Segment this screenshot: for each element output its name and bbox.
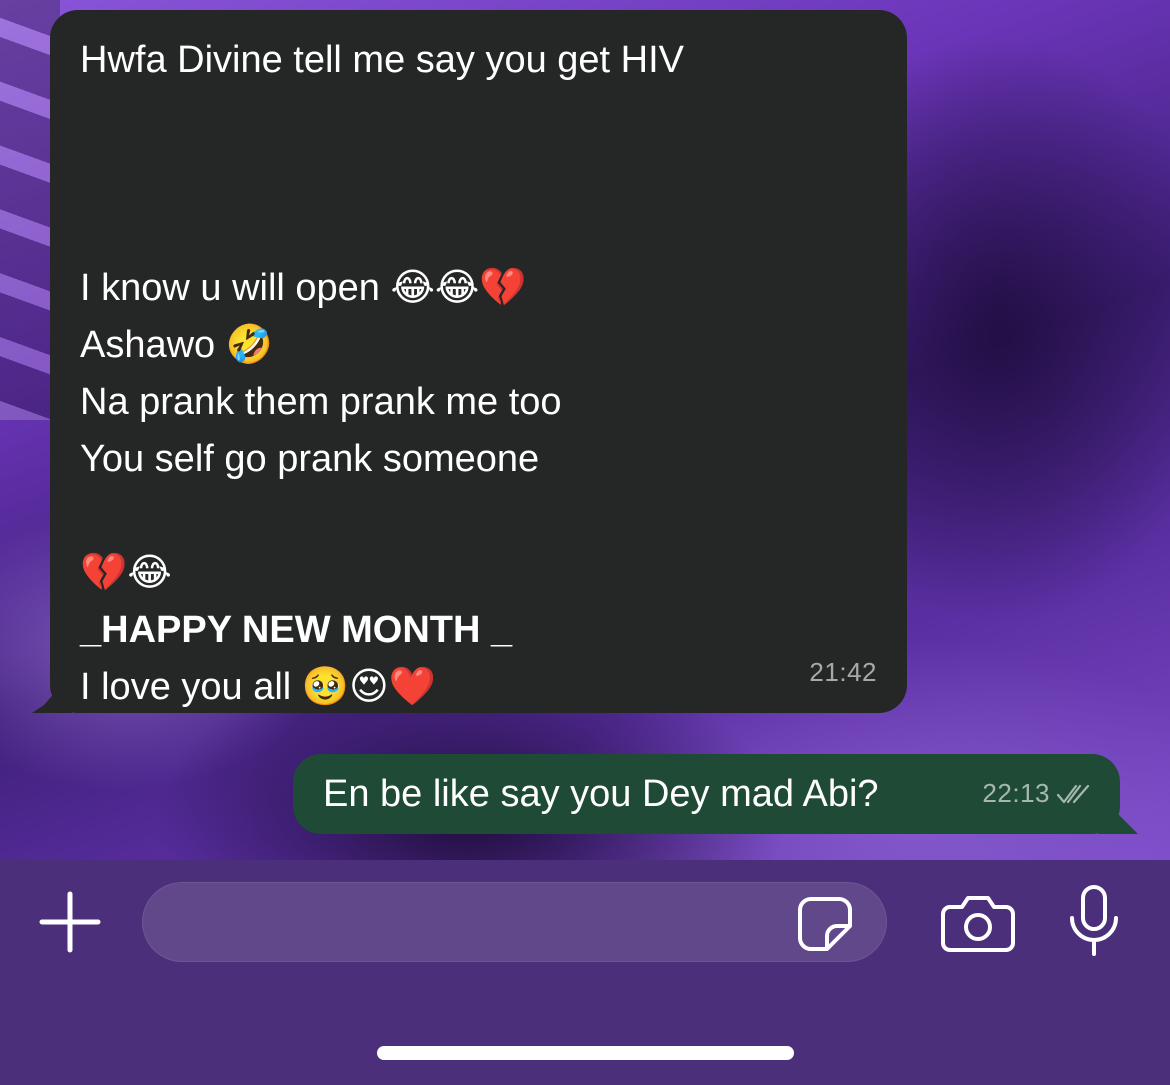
message-meta: 22:13 — [982, 765, 1090, 822]
message-input-container[interactable] — [142, 882, 887, 963]
double-check-icon — [1056, 784, 1090, 803]
sticker-icon — [798, 897, 852, 951]
microphone-icon — [1070, 885, 1118, 956]
message-line — [80, 203, 877, 260]
incoming-message-bubble[interactable]: Hwfa Divine tell me say you get HIV I kn… — [50, 10, 907, 713]
message-line: I know u will open 😂😂💔 — [80, 267, 527, 309]
outgoing-message-bubble[interactable]: En be like say you Dey mad Abi? 22:13 — [293, 754, 1120, 834]
message-text: En be like say you Dey mad Abi? — [323, 773, 879, 815]
message-line: Na prank them prank me too — [80, 381, 562, 423]
sticker-button[interactable] — [797, 896, 853, 952]
message-line — [80, 146, 877, 203]
message-line: Hwfa Divine tell me say you get HIV — [80, 39, 685, 81]
camera-icon — [941, 896, 1015, 952]
home-indicator[interactable] — [377, 1046, 794, 1060]
message-line: I love you all 🥹😍❤️ — [80, 666, 437, 708]
message-timestamp: 22:13 — [982, 778, 1050, 808]
message-line — [80, 488, 877, 545]
message-line: You self go prank someone — [80, 438, 540, 480]
message-line — [80, 89, 877, 146]
message-line: 💔😂 — [80, 552, 172, 594]
chat-screen: Hwfa Divine tell me say you get HIV I kn… — [0, 0, 1170, 1085]
message-input[interactable] — [143, 883, 815, 963]
camera-button[interactable] — [940, 893, 1016, 953]
message-line: _HAPPY NEW MONTH _ — [80, 609, 513, 651]
message-timestamp: 21:42 — [809, 657, 877, 687]
attach-button[interactable] — [38, 890, 102, 954]
voice-message-button[interactable] — [1064, 884, 1124, 958]
message-line: Ashawo 🤣 — [80, 324, 274, 366]
plus-icon — [39, 891, 101, 953]
